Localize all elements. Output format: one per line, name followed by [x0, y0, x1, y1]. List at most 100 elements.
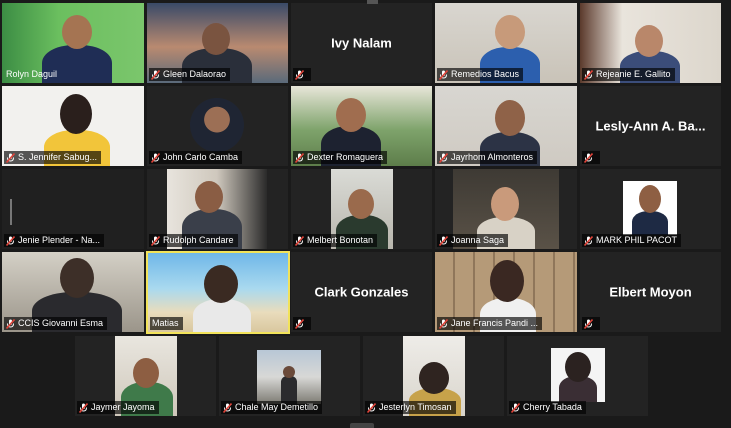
participant-tile[interactable]: Jenie Plender - Na...	[2, 169, 144, 249]
muted-mic-icon	[295, 69, 304, 80]
participant-tile[interactable]: Elbert Moyon	[580, 252, 721, 332]
name-label: CCIS Giovanni Esma	[4, 317, 108, 330]
muted-mic-icon	[439, 69, 448, 80]
muted-mic-icon	[295, 152, 304, 163]
video-artifact	[10, 199, 12, 225]
muted-mic-icon	[295, 318, 304, 329]
muted-mic-icon	[151, 235, 160, 246]
participant-figure	[336, 98, 366, 132]
participant-tile[interactable]: Rolyn Daguil	[2, 3, 144, 83]
participant-figure	[60, 94, 92, 134]
name-label: Dexter Romaguera	[293, 151, 388, 164]
participant-name: Rolyn Daguil	[6, 69, 58, 79]
muted-mic-icon	[584, 318, 593, 329]
participant-figure	[565, 352, 591, 382]
muted-mic-icon	[79, 402, 88, 413]
muted-mic-icon	[584, 69, 593, 80]
participant-tile[interactable]: Remedios Bacus	[435, 3, 577, 83]
muted-mic-icon	[584, 152, 593, 163]
participant-tile[interactable]: Jesterlyn Timosan	[363, 336, 504, 416]
toolbar-handle[interactable]	[350, 423, 374, 428]
participant-tile[interactable]: Rudolph Candare	[147, 169, 288, 249]
participant-figure	[202, 23, 230, 55]
participant-tile[interactable]: Clark Gonzales	[291, 252, 432, 332]
participant-figure	[348, 189, 374, 219]
name-label	[293, 68, 311, 81]
muted-mic-icon	[151, 69, 160, 80]
name-label: Joanna Saga	[437, 234, 509, 247]
name-label: Rejeanie E. Gallito	[582, 68, 675, 81]
participant-figure	[204, 265, 238, 303]
name-label: Melbert Bonotan	[293, 234, 378, 247]
participant-name: Jaymer Jayoma	[91, 402, 155, 412]
participant-name: Remedios Bacus	[451, 69, 520, 79]
participant-tile[interactable]: Jaymer Jayoma	[75, 336, 216, 416]
participant-tile[interactable]: Cherry Tabada	[507, 336, 648, 416]
participant-tile[interactable]: Ivy Nalam	[291, 3, 432, 83]
participant-tile[interactable]: CCIS Giovanni Esma	[2, 252, 144, 332]
participant-figure	[491, 187, 519, 221]
name-label: Cherry Tabada	[509, 401, 586, 414]
muted-mic-icon	[439, 152, 448, 163]
participant-tile[interactable]: Rejeanie E. Gallito	[580, 3, 721, 83]
muted-mic-icon	[6, 318, 15, 329]
participant-tile[interactable]: S. Jennifer Sabug...	[2, 86, 144, 166]
participant-name-placeholder: Clark Gonzales	[314, 284, 409, 300]
participant-tile[interactable]: Melbert Bonotan	[291, 169, 432, 249]
participant-tile[interactable]: Joanna Saga	[435, 169, 577, 249]
participant-name: Rejeanie E. Gallito	[596, 69, 671, 79]
participant-figure	[639, 185, 661, 213]
name-label: Matias	[150, 317, 183, 330]
participant-figure	[62, 15, 92, 49]
muted-mic-icon	[367, 402, 376, 413]
participant-figure	[60, 258, 94, 298]
participant-figure	[635, 25, 663, 57]
participant-tile[interactable]: Jane Francis Pandi ...	[435, 252, 577, 332]
participant-name: Rudolph Candare	[163, 235, 234, 245]
participant-tile[interactable]: John Carlo Camba	[147, 86, 288, 166]
participant-name: Matias	[152, 318, 179, 328]
name-label	[582, 317, 600, 330]
name-label: Jaymer Jayoma	[77, 401, 159, 414]
participant-tile-active-speaker[interactable]: Matias	[146, 251, 290, 334]
participant-tile[interactable]: Lesly-Ann A. Ba...	[580, 86, 721, 166]
participant-name: CCIS Giovanni Esma	[18, 318, 104, 328]
muted-mic-icon	[439, 318, 448, 329]
participant-name: John Carlo Camba	[163, 152, 239, 162]
participant-name: Gleen Dalaorao	[163, 69, 227, 79]
participant-tile[interactable]: Dexter Romaguera	[291, 86, 432, 166]
participant-figure	[495, 100, 525, 136]
name-label: Chale May Demetillo	[221, 401, 323, 414]
name-label: S. Jennifer Sabug...	[4, 151, 102, 164]
participant-figure	[490, 260, 524, 302]
participant-tile[interactable]: MARK PHIL PACOT	[580, 169, 721, 249]
participant-name: Melbert Bonotan	[307, 235, 374, 245]
participant-figure	[133, 358, 159, 388]
muted-mic-icon	[295, 235, 304, 246]
name-label: Jayrhom Almonteros	[437, 151, 538, 164]
muted-mic-icon	[223, 402, 232, 413]
name-label: Gleen Dalaorao	[149, 68, 231, 81]
participant-name: Joanna Saga	[451, 235, 505, 245]
name-label: Jane Francis Pandi ...	[437, 317, 543, 330]
participant-tile[interactable]: Jayrhom Almonteros	[435, 86, 577, 166]
muted-mic-icon	[6, 152, 15, 163]
muted-mic-icon	[511, 402, 520, 413]
participant-name: S. Jennifer Sabug...	[18, 152, 98, 162]
participant-name: Jesterlyn Timosan	[379, 402, 452, 412]
participant-tile[interactable]: Gleen Dalaorao	[147, 3, 288, 83]
participant-name: Cherry Tabada	[523, 402, 582, 412]
participant-tile[interactable]: Chale May Demetillo	[219, 336, 360, 416]
name-label: Remedios Bacus	[437, 68, 524, 81]
name-label	[582, 151, 600, 164]
name-label: John Carlo Camba	[149, 151, 243, 164]
muted-mic-icon	[6, 235, 15, 246]
participant-figure	[193, 299, 251, 332]
participant-figure	[281, 376, 297, 404]
participant-figure	[632, 211, 668, 235]
name-label: Jenie Plender - Na...	[4, 234, 105, 247]
name-label: Jesterlyn Timosan	[365, 401, 456, 414]
name-label: MARK PHIL PACOT	[582, 234, 682, 247]
participant-name: Jenie Plender - Na...	[18, 235, 101, 245]
participant-figure	[195, 181, 223, 213]
